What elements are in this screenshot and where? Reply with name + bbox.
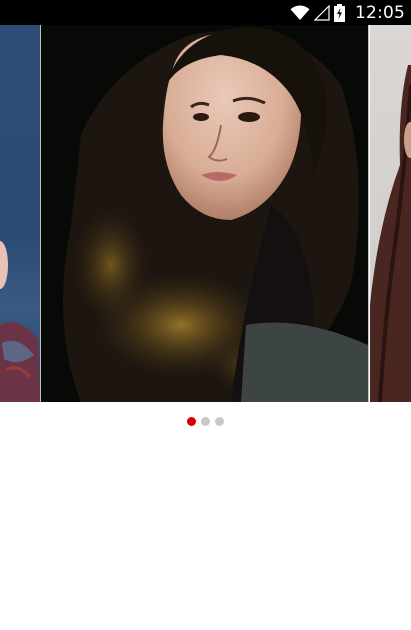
signal-icon [314,4,330,21]
status-icons: 12:05 [290,0,405,25]
page-indicator [0,417,411,426]
status-time: 12:05 [355,2,405,23]
portrait-slide-right[interactable] [370,25,411,402]
page-indicator-dot-2[interactable] [201,417,210,426]
page-indicator-dot-3[interactable] [215,417,224,426]
image-carousel[interactable] [0,25,411,402]
wifi-icon [290,4,310,21]
portrait-slide-left[interactable] [0,25,40,402]
portrait-slide-center[interactable] [40,25,369,402]
page-indicator-dot-1[interactable] [187,417,196,426]
status-bar: 12:05 [0,0,411,25]
battery-charging-icon [334,3,345,22]
